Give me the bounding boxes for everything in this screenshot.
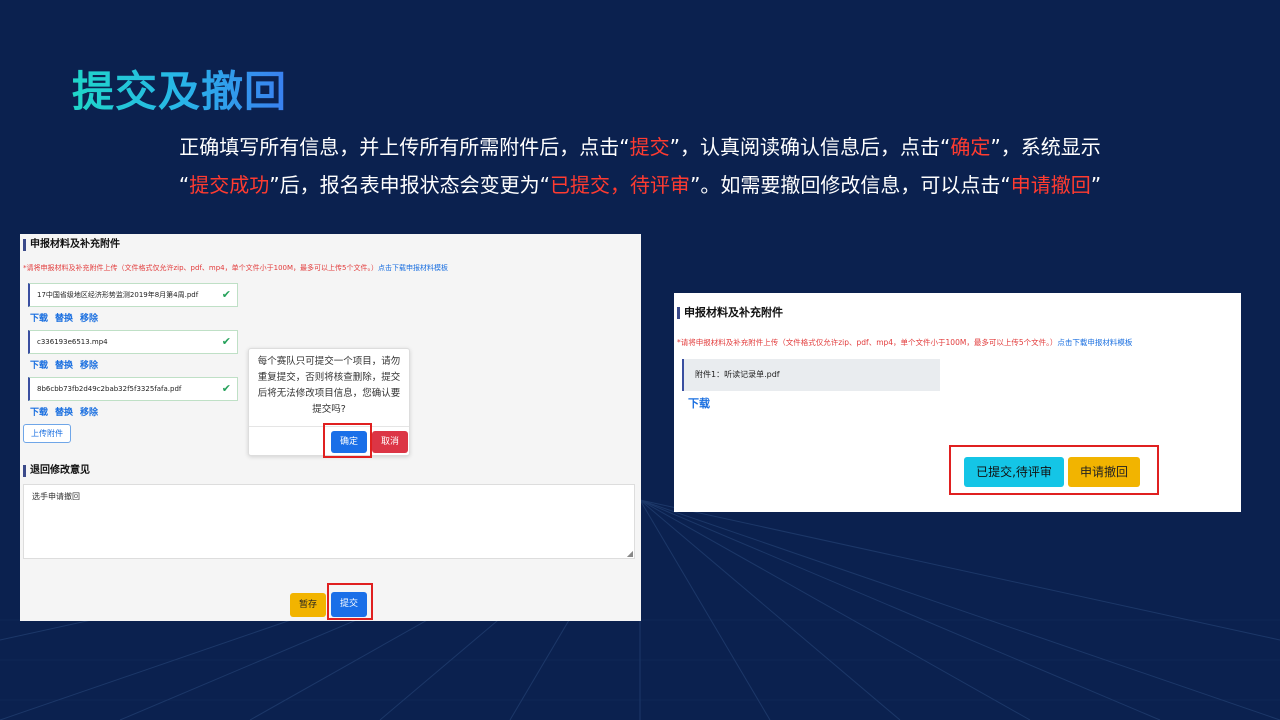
intro-text: ”后，报名表申报状态会变更为“: [269, 173, 550, 197]
highlight-box: [323, 423, 372, 458]
replace-link[interactable]: 替换: [55, 361, 73, 371]
feedback-textarea[interactable]: 选手申请撤回 ◢: [23, 484, 635, 559]
withdraw-screenshot: 申报材料及补充附件 *请将申报材料及补充附件上传（文件格式仅允许zip、pdf、…: [674, 293, 1241, 512]
highlight-submit-success: 提交成功: [189, 173, 270, 197]
intro-line-2: “提交成功”后，报名表申报状态会变更为“已提交，待评审”。如需要撤回修改信息，可…: [100, 166, 1180, 204]
file-name: 8b6cbb73fb2d49c2bab32f5f3325fafa.pdf: [37, 385, 182, 393]
notice-text: *请将申报材料及补充附件上传（文件格式仅允许zip、pdf、mp4，单个文件小于…: [23, 264, 378, 272]
feedback-text: 选手申请撤回: [32, 492, 80, 501]
cancel-button[interactable]: 取消: [372, 431, 408, 453]
notice-text: *请将申报材料及补充附件上传（文件格式仅允许zip、pdf、mp4，单个文件小于…: [677, 338, 1058, 347]
submit-screenshot: 申报材料及补充附件 *请将申报材料及补充附件上传（文件格式仅允许zip、pdf、…: [20, 234, 641, 621]
resize-handle-icon[interactable]: ◢: [627, 549, 633, 558]
upload-notice: *请将申报材料及补充附件上传（文件格式仅允许zip、pdf、mp4，单个文件小于…: [677, 337, 1132, 348]
highlight-withdraw: 申请撤回: [1010, 173, 1091, 197]
replace-link[interactable]: 替换: [55, 314, 73, 324]
attachment-item: 附件1：听读记录单.pdf: [682, 359, 940, 391]
intro-text: ”，认真阅读确认信息后，点击“: [669, 135, 951, 159]
file-item: 17中国省级地区经济形势监测2019年8月第4周.pdf ✔: [28, 283, 238, 307]
remove-link[interactable]: 移除: [80, 408, 98, 418]
section-title: 申报材料及补充附件: [23, 239, 120, 251]
highlight-box: [949, 445, 1159, 495]
intro-text: “: [178, 173, 190, 197]
download-link[interactable]: 下载: [688, 395, 710, 411]
file-name: 17中国省级地区经济形势监测2019年8月第4周.pdf: [37, 291, 199, 299]
file-actions: 下载 替换 移除: [30, 405, 105, 418]
intro-text: 正确填写所有信息，并上传所有所需附件后，点击“: [179, 135, 630, 159]
intro-text: ”。如需要撤回修改信息，可以点击“: [690, 173, 1011, 197]
check-icon: ✔: [221, 382, 231, 395]
remove-link[interactable]: 移除: [80, 314, 98, 324]
download-link[interactable]: 下载: [30, 408, 48, 418]
highlight-status: 已提交，待评审: [550, 173, 690, 197]
remove-link[interactable]: 移除: [80, 361, 98, 371]
section-title: 退回修改意见: [23, 465, 90, 477]
download-template-link[interactable]: 点击下载申报材料模板: [1057, 338, 1132, 347]
upload-notice: *请将申报材料及补充附件上传（文件格式仅允许zip、pdf、mp4，单个文件小于…: [23, 263, 448, 273]
slide-title: 提交及撤回: [72, 58, 287, 119]
intro-line-1: 正确填写所有信息，并上传所有所需附件后，点击“提交”，认真阅读确认信息后，点击“…: [100, 128, 1180, 166]
replace-link[interactable]: 替换: [55, 408, 73, 418]
file-item: c336193e6513.mp4 ✔: [28, 330, 238, 354]
intro-text: ”: [1090, 173, 1102, 197]
file-name: c336193e6513.mp4: [37, 338, 108, 346]
file-actions: 下载 替换 移除: [30, 311, 105, 324]
save-draft-button[interactable]: 暂存: [290, 593, 326, 617]
check-icon: ✔: [221, 288, 231, 301]
popover-message: 每个赛队只可提交一个项目，请勿重复提交，否则将核查删除，提交后将无法修改项目信息…: [257, 356, 401, 415]
download-link[interactable]: 下载: [30, 314, 48, 324]
download-link[interactable]: 下载: [30, 361, 48, 371]
highlight-box: [327, 583, 373, 620]
file-actions: 下载 替换 移除: [30, 358, 105, 371]
check-icon: ✔: [221, 335, 231, 348]
file-item: 8b6cbb73fb2d49c2bab32f5f3325fafa.pdf ✔: [28, 377, 238, 401]
intro-text: ”，系统显示: [990, 135, 1101, 159]
download-template-link[interactable]: 点击下载申报材料模板: [378, 264, 448, 272]
highlight-submit: 提交: [629, 135, 670, 159]
section-title: 申报材料及补充附件: [677, 307, 783, 319]
upload-attachment-button[interactable]: 上传附件: [23, 424, 71, 443]
highlight-confirm: 确定: [950, 135, 991, 159]
